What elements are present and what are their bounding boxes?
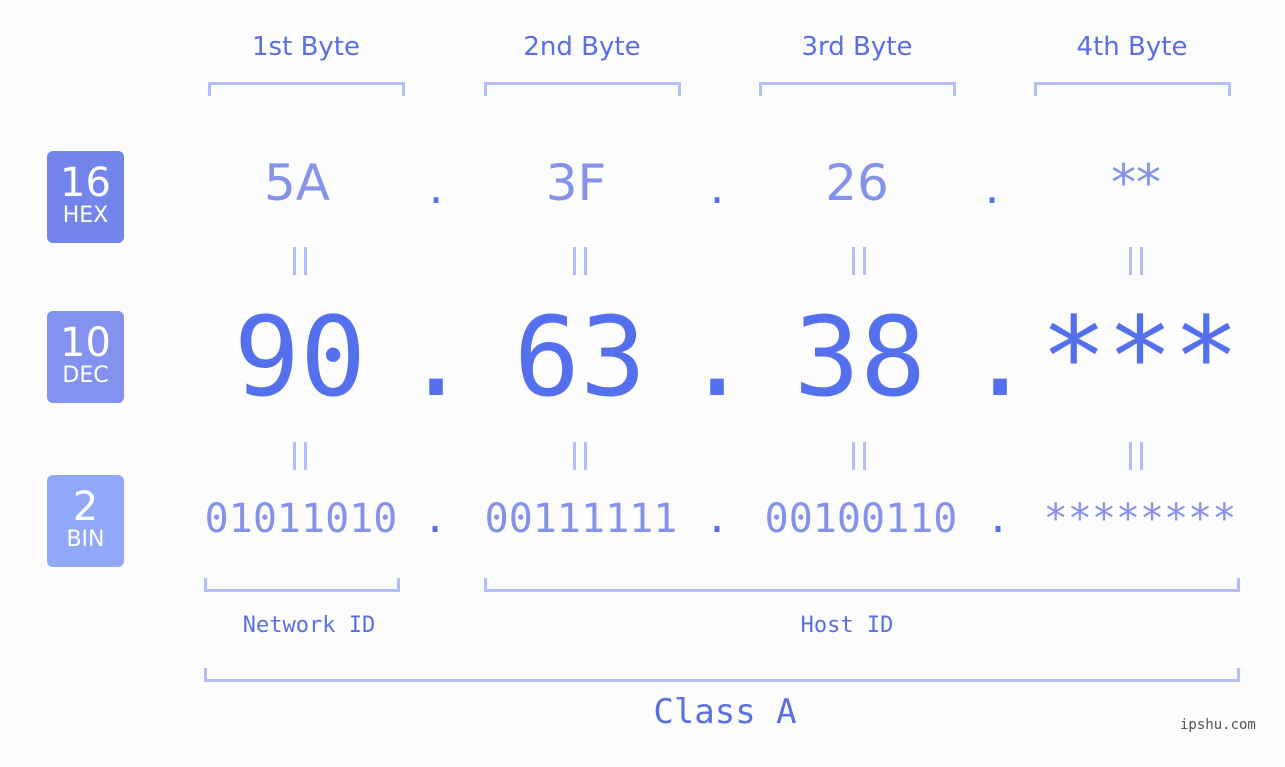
dec-byte-3: 38: [793, 293, 927, 421]
bin-badge: 2 BIN: [47, 475, 124, 567]
equals-icon: [852, 247, 866, 275]
dec-byte-1: 90: [233, 293, 367, 421]
bin-byte-4: ********: [1043, 496, 1237, 542]
equals-icon: [293, 247, 307, 275]
dec-byte-4: ***: [1040, 293, 1240, 421]
equals-icon: [573, 247, 587, 275]
byte-header-4: 4th Byte: [1076, 32, 1188, 62]
hex-badge-number: 16: [60, 160, 111, 206]
watermark: ipshu.com: [1180, 717, 1256, 733]
equals-icon: [852, 442, 866, 470]
dec-badge: 10 DEC: [47, 311, 124, 403]
class-label: Class A: [653, 692, 797, 732]
dec-badge-number: 10: [60, 320, 111, 366]
hex-byte-4: **: [1111, 154, 1161, 212]
dec-byte-2: 63: [513, 293, 647, 421]
byte-3-bracket: [759, 82, 956, 96]
host-id-label: Host ID: [800, 613, 894, 638]
bin-byte-2: 00111111: [484, 496, 678, 542]
host-id-bracket: [484, 578, 1240, 592]
byte-2-bracket: [484, 82, 681, 96]
hex-byte-1: 5A: [263, 154, 330, 212]
byte-4-bracket: [1034, 82, 1231, 96]
bin-badge-label: BIN: [66, 527, 105, 552]
bin-byte-3: 00100110: [764, 496, 958, 542]
byte-header-1: 1st Byte: [252, 32, 360, 62]
equals-icon: [293, 442, 307, 470]
hex-badge: 16 HEX: [47, 151, 124, 243]
byte-header-2: 2nd Byte: [523, 32, 641, 62]
bin-badge-number: 2: [72, 484, 99, 530]
network-id-bracket: [204, 578, 400, 592]
hex-dot-3: .: [984, 160, 1000, 214]
equals-icon: [1129, 442, 1143, 470]
equals-icon: [1129, 247, 1143, 275]
equals-icon: [573, 442, 587, 470]
hex-badge-label: HEX: [62, 203, 109, 228]
class-bracket: [204, 668, 1240, 682]
byte-1-bracket: [208, 82, 405, 96]
dec-badge-label: DEC: [62, 363, 109, 388]
byte-header-3: 3rd Byte: [801, 32, 913, 62]
network-id-label: Network ID: [242, 613, 376, 638]
hex-byte-3: 26: [825, 154, 889, 212]
hex-byte-2: 3F: [545, 154, 607, 212]
bin-byte-1: 01011010: [204, 496, 398, 542]
